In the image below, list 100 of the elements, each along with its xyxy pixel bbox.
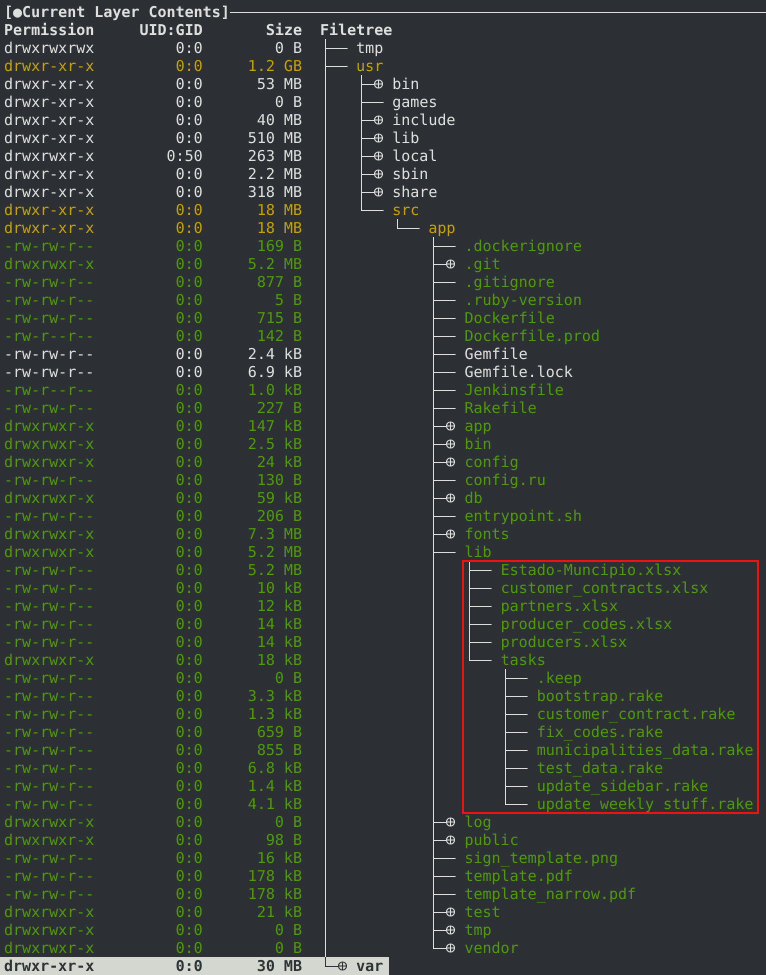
owner-text: 0:0 [174,651,203,669]
file-row[interactable]: drwxrwxr-x 0:0 59 kB db [0,489,482,507]
file-name: config.ru [464,471,546,489]
file-row[interactable]: -rw-rw-r-- 0:0 178 kB template_narrow.pdf [0,885,636,903]
size-text: 0 B [274,669,302,687]
file-row[interactable]: -rw-rw-r-- 0:0 169 B .dockerignore [0,237,582,255]
file-row[interactable]: -rw-r--r-- 0:0 142 B Dockerfile.prod [0,327,600,345]
file-row[interactable]: drwxr-xr-x 0:0 40 MB include [0,111,456,129]
file-row[interactable]: drwxr-xr-x 0:0 18 MB src [0,201,420,219]
owner-text: 0:0 [174,705,203,723]
file-row[interactable]: -rw-rw-r-- 0:0 855 B municipalities_data.rake [0,741,754,759]
file-row[interactable]: drwxr-xr-x 0:0 510 MB lib [0,129,420,147]
file-name: .ruby-version [464,291,582,309]
file-row[interactable]: drwxrwxr-x 0:0 18 kB tasks [0,651,546,669]
file-row[interactable]: drwxr-xr-x 0:0 0 B games [0,93,438,111]
file-name: bootstrap.rake [536,687,664,705]
file-row[interactable]: -rw-rw-r-- 0:0 130 B config.ru [0,471,546,489]
file-row[interactable]: -rw-rw-r-- 0:0 715 B Dockerfile [0,309,555,327]
size-text: 1.4 kB [246,777,302,795]
file-row[interactable]: drwxrwxr-x 0:0 98 B public [0,831,519,849]
owner-text: 0:0 [174,921,203,939]
permission-text: -rw-rw-r-- [4,237,94,255]
file-row[interactable]: -rw-rw-r-- 0:0 877 B .gitignore [0,273,555,291]
size-text: 510 MB [246,129,302,147]
permission-text: -rw-rw-r-- [4,723,94,741]
file-row[interactable]: drwxr-xr-x 0:0 18 MB app [0,219,456,237]
file-name: template.pdf [464,867,573,885]
file-row[interactable]: -rw-rw-r-- 0:0 6.8 kB test_data.rake [0,759,664,777]
column-header: Filetree [320,21,392,39]
file-row[interactable]: drwxr-xr-x 0:0 53 MB bin [0,75,420,93]
permission-text: drwxrwxr-x [4,489,94,507]
file-row[interactable]: -rw-rw-r-- 0:0 2.4 kB Gemfile [0,345,528,363]
file-name: Rakefile [464,399,537,417]
file-row[interactable]: drwxr-xr-x 0:0 30 MB var [0,957,389,975]
file-name: update_sidebar.rake [536,777,708,795]
owner-text: 0:0 [174,777,203,795]
file-name: .dockerignore [464,237,582,255]
size-text: 16 kB [256,849,302,867]
file-row[interactable]: drwxrwxr-x 0:0 2.5 kB bin [0,435,492,453]
file-row[interactable]: -rw-rw-r-- 0:0 659 B fix_codes.rake [0,723,664,741]
permission-text: -rw-rw-r-- [4,507,94,525]
file-row[interactable]: drwxr-xr-x 0:0 1.2 GB usr [0,57,384,75]
file-row[interactable]: -rw-rw-r-- 0:0 14 kB producer_codes.xlsx [0,615,672,633]
file-row[interactable]: -rw-rw-r-- 0:0 178 kB template.pdf [0,867,573,885]
file-row[interactable]: -rw-rw-r-- 0:0 206 B entrypoint.sh [0,507,582,525]
file-row[interactable]: drwxrwxrwx 0:0 0 B tmp [0,39,384,57]
permission-text: drwxrwxr-x [4,435,94,453]
size-text: 0 B [274,93,302,111]
owner-text: 0:0 [174,201,203,219]
file-row[interactable]: drwxrwxr-x 0:0 21 kB test [0,903,501,921]
file-row[interactable]: drwxrwxr-x 0:0 7.3 MB fonts [0,525,510,543]
file-name: public [464,831,519,849]
size-text: 7.3 MB [246,525,302,543]
permission-text: drwxr-xr-x [4,57,94,75]
file-row[interactable]: -rw-rw-r-- 0:0 16 kB sign_template.png [0,849,618,867]
size-text: 3.3 kB [246,687,302,705]
file-row[interactable]: drwxrwxr-x 0:50 263 MB local [0,147,438,165]
file-row[interactable]: -rw-rw-r-- 0:0 12 kB partners.xlsx [0,597,618,615]
owner-text: 0:0 [174,543,203,561]
permission-text: -rw-rw-r-- [4,885,94,903]
size-text: 715 B [256,309,302,327]
owner-text: 0:0 [174,489,203,507]
file-row[interactable]: drwxr-xr-x 0:0 318 MB share [0,183,438,201]
permission-text: -rw-rw-r-- [4,291,94,309]
owner-text: 0:0 [174,903,203,921]
file-row[interactable]: -rw-rw-r-- 0:0 5 B .ruby-version [0,291,582,309]
file-row[interactable]: drwxrwxr-x 0:0 24 kB config [0,453,519,471]
owner-text: 0:0 [174,867,203,885]
file-row[interactable]: drwxrwxr-x 0:0 147 kB app [0,417,492,435]
file-row[interactable]: drwxr-xr-x 0:0 2.2 MB sbin [0,165,428,183]
file-name: Jenkinsfile [464,381,564,399]
file-row[interactable]: -rw-rw-r-- 0:0 5.2 MB Estado-Muncipio.xlsx [0,561,682,579]
file-name: template_narrow.pdf [464,885,636,903]
file-name: src [392,201,420,219]
file-row[interactable]: drwxrwxr-x 0:0 0 B tmp [0,921,492,939]
file-row[interactable]: -rw-rw-r-- 0:0 10 kB customer_contracts.xlsx [0,579,708,597]
size-text: 2.5 kB [246,435,302,453]
file-row[interactable]: -rw-rw-r-- 0:0 1.3 kB customer_contract.rake [0,705,736,723]
file-row[interactable]: -rw-r--r-- 0:0 1.0 kB Jenkinsfile [0,381,564,399]
size-text: 14 kB [256,615,302,633]
owner-text: 0:0 [174,399,203,417]
file-row[interactable]: -rw-rw-r-- 0:0 0 B .keep [0,669,582,687]
file-row[interactable]: drwxrwxr-x 0:0 5.2 MB .git [0,255,501,273]
file-row[interactable]: -rw-rw-r-- 0:0 1.4 kB update_sidebar.rake [0,777,708,795]
file-row[interactable]: -rw-rw-r-- 0:0 14 kB producers.xlsx [0,633,628,651]
file-row[interactable]: drwxrwxr-x 0:0 0 B log [0,813,492,831]
file-row[interactable]: -rw-rw-r-- 0:0 3.3 kB bootstrap.rake [0,687,664,705]
owner-text: 0:0 [174,957,203,975]
file-row[interactable]: drwxrwxr-x 0:0 5.2 MB lib [0,543,492,561]
file-row[interactable]: -rw-rw-r-- 0:0 6.9 kB Gemfile.lock [0,363,573,381]
size-text: 263 MB [246,147,302,165]
file-row[interactable]: drwxrwxr-x 0:0 0 B vendor [0,939,519,957]
owner-text: 0:0 [174,39,203,57]
size-text: 18 MB [256,219,302,237]
column-header: Size [264,21,302,39]
file-row[interactable]: -rw-rw-r-- 0:0 227 B Rakefile [0,399,537,417]
file-name: Dockerfile [464,309,555,327]
file-name: .gitignore [464,273,555,291]
file-name: tasks [500,651,546,669]
file-row[interactable]: -rw-rw-r-- 0:0 4.1 kB update_weekly_stuff.rake [0,795,754,813]
